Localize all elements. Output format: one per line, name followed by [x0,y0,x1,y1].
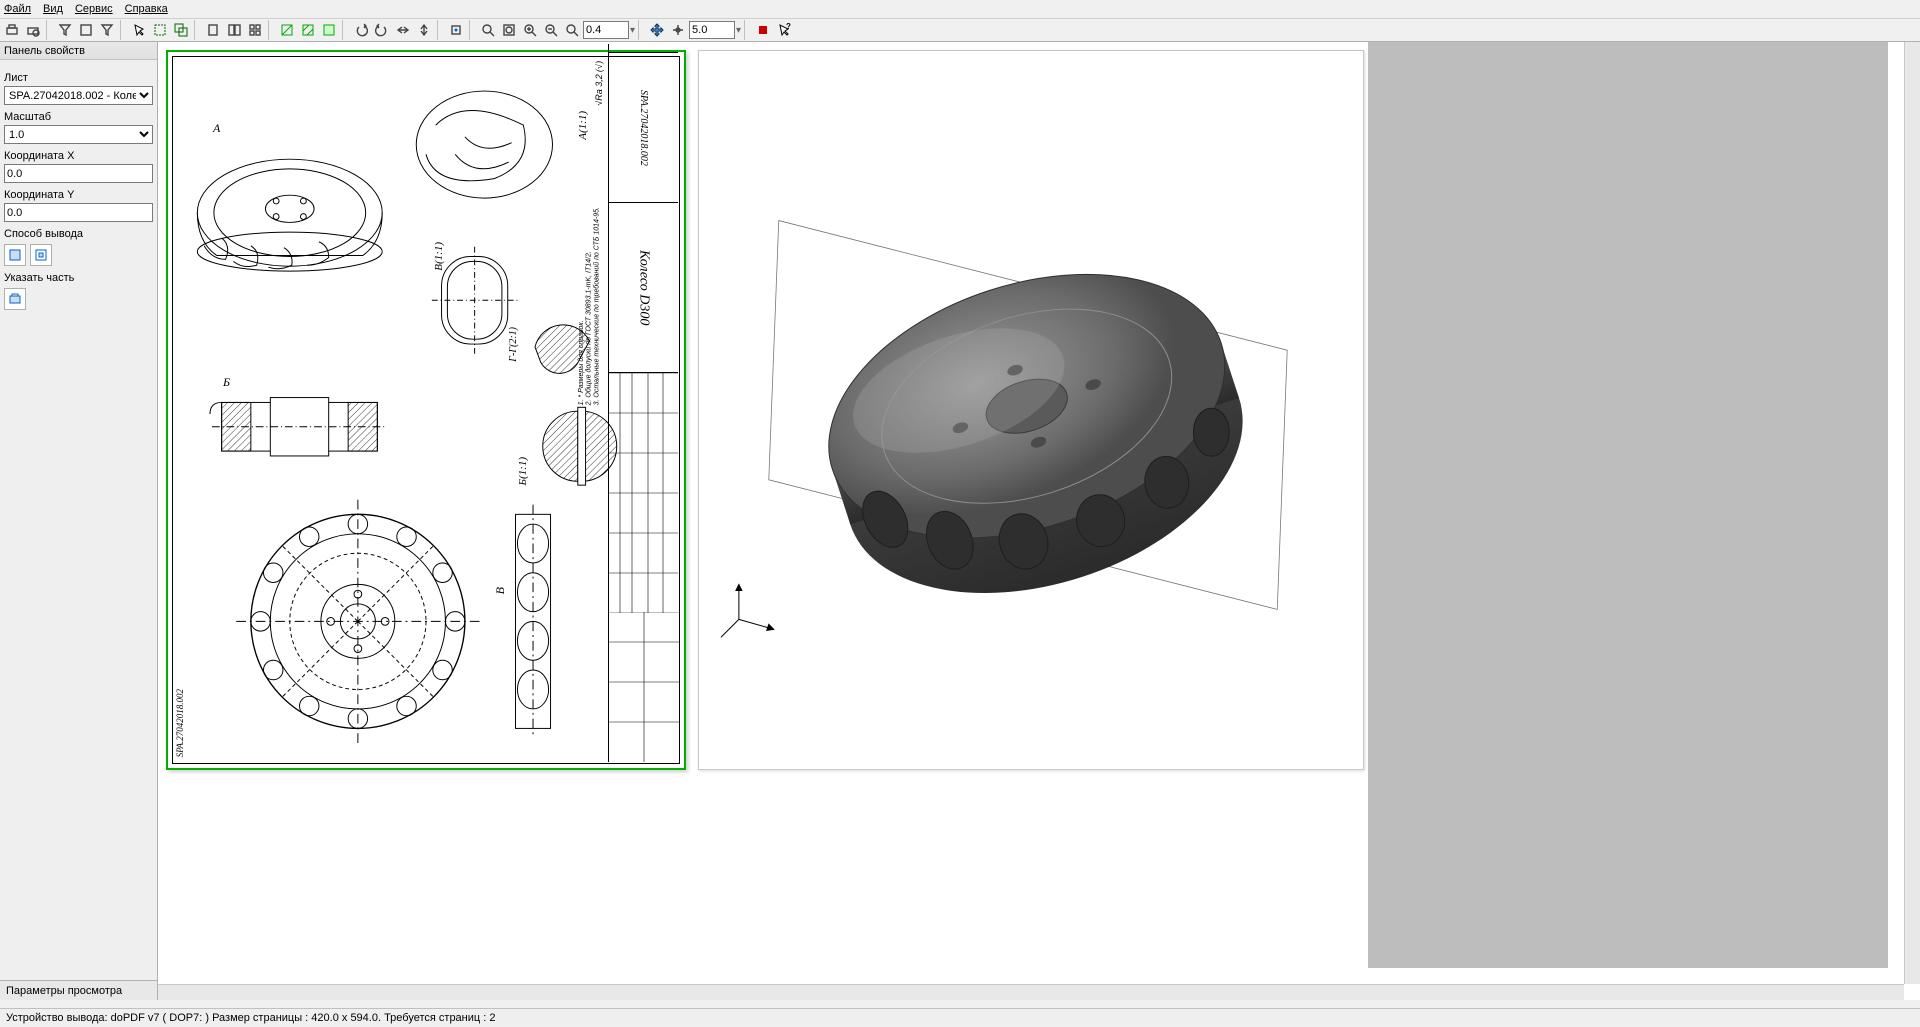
sel-g2-icon[interactable] [298,20,318,40]
snap-icon[interactable] [446,20,466,40]
sheet-combo[interactable]: SPA.27042018.002 - Колесо [4,86,153,105]
filter-icon[interactable] [97,20,117,40]
move-step-input[interactable] [689,21,735,39]
zoom-in-icon[interactable] [520,20,540,40]
zoom-out-icon[interactable] [541,20,561,40]
status-text: Устройство вывода: doPDF v7 ( DOP7: ) Ра… [6,1012,495,1024]
coordx-label: Координата X [4,150,153,162]
pick-part-button[interactable] [4,288,26,310]
toggle-panel-icon[interactable] [55,20,75,40]
menu-bar: Файл Вид Сервис Справка [0,0,1920,18]
scrollbar-vertical[interactable] [1904,42,1920,984]
properties-panel: Панель свойств Лист SPA.27042018.002 - К… [0,42,158,1000]
model-sheet[interactable] [698,50,1364,770]
print-preview-icon[interactable] [23,20,43,40]
output-mode-2[interactable] [30,244,52,266]
menu-help[interactable]: Справка [125,0,168,18]
scrollbar-horizontal[interactable] [158,984,1904,1000]
sel-g1-icon[interactable] [277,20,297,40]
menu-view[interactable]: Вид [43,0,63,18]
coordy-label: Координата Y [4,189,153,201]
axis-triad [721,584,774,637]
drawing-views [173,57,679,758]
rotate-ccw-icon[interactable] [351,20,371,40]
select-rect-icon[interactable] [150,20,170,40]
zoom-fit-icon[interactable] [499,20,519,40]
print-icon[interactable] [2,20,22,40]
pages-2-icon[interactable] [224,20,244,40]
flip-v-icon[interactable] [414,20,434,40]
tb-code: SPA.27042018.002 [609,52,678,202]
output-mode-row [4,244,153,266]
coordx-input[interactable] [4,164,153,183]
menu-file[interactable]: Файл [4,0,31,18]
stop-icon[interactable] [753,20,773,40]
zoom-scale-input[interactable] [583,21,629,39]
viewport: SPA.27042018.002 √Ra 3,2 (√) А Б А(1:1) … [158,42,1920,1000]
zoom-window-icon[interactable] [478,20,498,40]
page-icon[interactable] [203,20,223,40]
whatsthis-icon[interactable]: ? [774,20,794,40]
pick-part-label: Указать часть [4,272,153,284]
output-label: Способ вывода [4,228,153,240]
drawing-sheet[interactable]: SPA.27042018.002 √Ra 3,2 (√) А Б А(1:1) … [166,50,686,770]
status-bar: Устройство вывода: doPDF v7 ( DOP7: ) Ра… [0,1008,1920,1026]
pan-icon[interactable] [647,20,667,40]
title-block: SPA.27042018.002 Колесо D300 [608,44,678,762]
sheet-label: Лист [4,72,153,84]
tb-grid [609,372,678,612]
svg-text:?: ? [786,23,791,31]
output-mode-1[interactable] [4,244,26,266]
zoom-realtime-icon[interactable] [562,20,582,40]
sel-g3-icon[interactable] [319,20,339,40]
rotate-cw-icon[interactable] [372,20,392,40]
scale-combo[interactable]: 1.0 [4,125,153,144]
canvas[interactable]: SPA.27042018.002 √Ra 3,2 (√) А Б А(1:1) … [158,42,1904,984]
pointer-icon[interactable] [129,20,149,40]
model-3d [699,51,1363,769]
menu-service[interactable]: Сервис [75,0,113,18]
pages-grid-icon[interactable] [245,20,265,40]
panel-title: Панель свойств [0,42,157,60]
scale-label: Масштаб [4,111,153,123]
flip-h-icon[interactable] [393,20,413,40]
coordy-input[interactable] [4,203,153,222]
select-add-icon[interactable] [171,20,191,40]
grey-background [1368,42,1888,968]
move-precise-icon[interactable] [668,20,688,40]
panel-tab[interactable]: Параметры просмотра [0,980,157,1000]
main-toolbar: ▾ ▾ ? [0,18,1920,42]
tb-name: Колесо D300 [609,202,678,372]
props-icon[interactable] [76,20,96,40]
